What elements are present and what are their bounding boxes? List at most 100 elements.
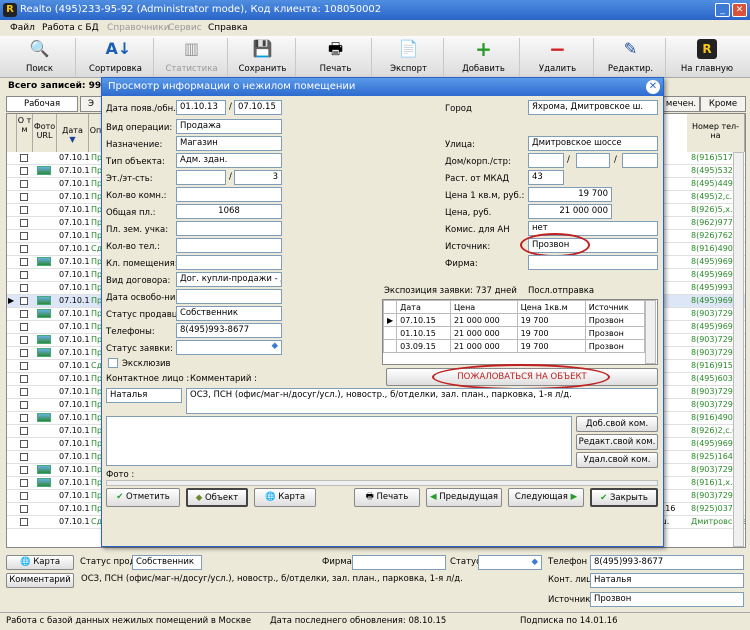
row-checkbox[interactable] [20, 401, 28, 409]
minimize-icon[interactable]: _ [715, 3, 730, 17]
phones-count-field[interactable] [176, 238, 282, 253]
bottom-status-select[interactable]: ◆ [478, 555, 542, 570]
row-checkbox[interactable] [20, 297, 28, 305]
request-status-select[interactable]: ◆ [176, 340, 282, 355]
purpose-field[interactable]: Магазин [176, 136, 282, 151]
structure-field[interactable] [622, 153, 658, 168]
bottom-seller-field[interactable]: Собственник [132, 555, 202, 570]
menu-file[interactable]: Файл [10, 23, 35, 33]
tab-work[interactable]: Рабочая [6, 96, 78, 112]
menu-service[interactable]: Сервис [168, 23, 202, 33]
delete-button[interactable]: − Удалить [522, 38, 594, 76]
row-checkbox[interactable] [20, 284, 28, 292]
bottom-source-field[interactable]: Прозвон [590, 592, 744, 607]
dialog-print-button[interactable]: 🖶 Печать [354, 488, 420, 507]
expo-row[interactable]: 03.09.15 21 000 000 19 700 Прозвон [382, 339, 646, 353]
row-checkbox[interactable] [20, 206, 28, 214]
bottom-map-button[interactable]: 🌐 Карта [6, 555, 74, 570]
home-button[interactable]: R На главную [668, 38, 746, 76]
area-field[interactable]: 1068 [176, 204, 282, 219]
row-checkbox[interactable] [20, 336, 28, 344]
row-checkbox[interactable] [20, 310, 28, 318]
row-checkbox[interactable] [20, 440, 28, 448]
next-button[interactable]: Следующая ▶ [508, 488, 584, 507]
row-checkbox[interactable] [20, 349, 28, 357]
comment-field[interactable]: ОСЗ, ПСН (офис/маг-н/досуг/усл.), новост… [186, 388, 658, 414]
expo-row[interactable]: ▶ 07.10.15 21 000 000 19 700 Прозвон [382, 313, 646, 327]
expo-row[interactable]: 01.10.15 21 000 000 19 700 Прозвон [382, 326, 646, 340]
object-button[interactable]: ◆ Объект [186, 488, 248, 507]
own-comment-area[interactable] [106, 416, 572, 466]
street-field[interactable]: Дмитровское шоссе [528, 136, 658, 151]
add-button[interactable]: + Добавить [448, 38, 520, 76]
tab-e[interactable]: Э [80, 96, 102, 112]
free-date-field[interactable] [176, 289, 282, 304]
object-type-field[interactable]: Адм. здан. [176, 153, 282, 168]
bottom-firm-field[interactable] [352, 555, 446, 570]
export-button[interactable]: 📄 Экспорт [374, 38, 444, 76]
photo-strip-scrollbar[interactable] [106, 480, 658, 486]
edit-button[interactable]: ✎ Редактир. [596, 38, 666, 76]
row-checkbox[interactable] [20, 219, 28, 227]
city-field[interactable]: Яхрома, Дмитровское ш. [528, 100, 658, 115]
row-checkbox[interactable] [20, 375, 28, 383]
house-field[interactable] [528, 153, 564, 168]
sort-button[interactable]: A↓ Сортировка [78, 38, 154, 76]
row-checkbox[interactable] [20, 427, 28, 435]
statistics-button[interactable]: ▥ Статистика [156, 38, 228, 76]
mkad-distance-field[interactable]: 43 [528, 170, 564, 185]
date-added-field[interactable]: 01.10.13 [176, 100, 226, 115]
row-checkbox[interactable] [20, 323, 28, 331]
row-checkbox[interactable] [20, 258, 28, 266]
mark-button[interactable]: ✔ Отметить [106, 488, 180, 507]
contract-field[interactable]: Дог. купли-продажи - До [176, 272, 282, 287]
row-checkbox[interactable] [20, 466, 28, 474]
row-checkbox[interactable] [20, 362, 28, 370]
header-date[interactable]: Дата ▼ [57, 114, 89, 152]
tab-marked[interactable]: мечен. [662, 96, 700, 112]
header-phone[interactable]: Номер тел-на [687, 114, 745, 152]
add-own-comment-button[interactable]: Доб.свой ком. [576, 416, 658, 432]
row-checkbox[interactable] [20, 518, 28, 526]
phones-field[interactable]: 8(495)993-8677 [176, 323, 282, 338]
row-checkbox[interactable] [20, 193, 28, 201]
search-button[interactable]: 🔍 Поиск [4, 38, 76, 76]
row-checkbox[interactable] [20, 492, 28, 500]
contact-field[interactable]: Наталья [106, 388, 182, 403]
firm-field[interactable] [528, 255, 658, 270]
bottom-comment-button[interactable]: Комментарий [6, 573, 74, 588]
seller-status-field[interactable]: Собственник [176, 306, 282, 321]
row-checkbox[interactable] [20, 167, 28, 175]
bottom-phone-field[interactable]: 8(495)993-8677 [590, 555, 744, 570]
bottom-contact-field[interactable]: Наталья [590, 573, 744, 588]
close-button[interactable]: ✔ Закрыть [590, 488, 658, 507]
previous-button[interactable]: ◀ Предыдущая [426, 488, 502, 507]
price-sqm-field[interactable]: 19 700 [528, 187, 612, 202]
delete-own-comment-button[interactable]: Удал.свой ком. [576, 452, 658, 468]
close-window-icon[interactable]: ✕ [732, 3, 747, 17]
operation-field[interactable]: Продажа [176, 119, 282, 134]
menu-directories[interactable]: Справочники [107, 23, 170, 33]
row-checkbox[interactable] [20, 505, 28, 513]
row-checkbox[interactable] [20, 180, 28, 188]
header-photo[interactable]: Фото URL [33, 114, 57, 152]
menu-db[interactable]: Работа с БД [42, 23, 99, 33]
tab-except[interactable]: Кроме отм. [700, 96, 746, 123]
row-checkbox[interactable] [20, 245, 28, 253]
row-checkbox[interactable] [20, 271, 28, 279]
land-area-field[interactable] [176, 221, 282, 236]
row-checkbox[interactable] [20, 232, 28, 240]
date-updated-field[interactable]: 07.10.15 [234, 100, 282, 115]
row-checkbox[interactable] [20, 414, 28, 422]
print-button[interactable]: 🖶 Печать [300, 38, 372, 76]
row-checkbox[interactable] [20, 154, 28, 162]
class-field[interactable] [176, 255, 282, 270]
menu-help[interactable]: Справка [208, 23, 248, 33]
dialog-close-icon[interactable]: ✕ [646, 80, 660, 94]
row-checkbox[interactable] [20, 453, 28, 461]
rooms-field[interactable] [176, 187, 282, 202]
edit-own-comment-button[interactable]: Редакт.свой ком. [576, 434, 658, 450]
row-checkbox[interactable] [20, 388, 28, 396]
price-field[interactable]: 21 000 000 [528, 204, 612, 219]
grid-vertical-scrollbar[interactable] [733, 152, 744, 547]
